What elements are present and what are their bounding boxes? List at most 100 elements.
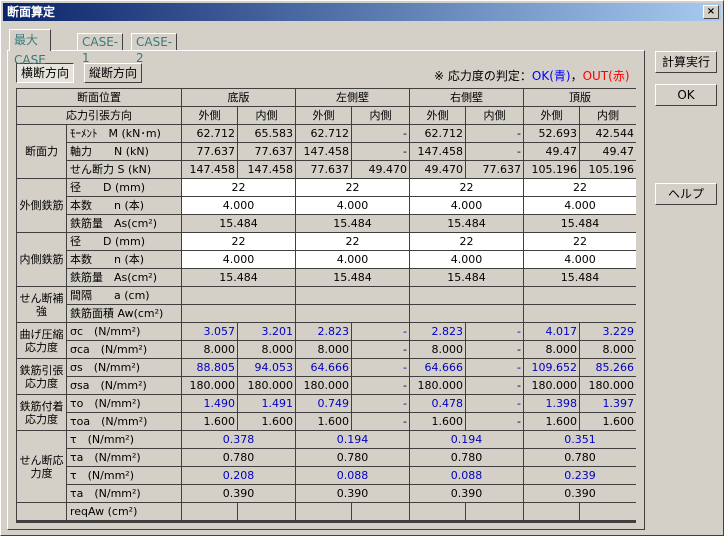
value-cell: -: [466, 323, 523, 340]
value-cell[interactable]: 22: [410, 179, 523, 196]
row-label: 本数 n (本): [67, 197, 181, 214]
value-cell[interactable]: 4.000: [182, 251, 295, 268]
judgement-note: ※ 応力度の判定：OK(青)，OUT(赤): [434, 67, 630, 84]
value-cell: 8.000: [182, 341, 237, 358]
value-cell[interactable]: 22: [410, 233, 523, 250]
dialog-window: 断面算定 × 最大CASE CASE-1 CASE-2 横断方向 縦断方向 ※ …: [0, 0, 724, 536]
empty-cell: [182, 287, 295, 304]
row-label: τa (N/mm²): [67, 485, 181, 502]
row-label: 鉄筋量 As(cm²): [67, 215, 181, 232]
longitudinal-direction-button[interactable]: 縦断方向: [84, 63, 143, 83]
value-cell[interactable]: 22: [296, 233, 409, 250]
value-cell: 49.47: [524, 143, 579, 160]
value-cell: 0.780: [524, 449, 636, 466]
value-cell: 62.712: [410, 125, 465, 142]
header-group: 頂版: [524, 89, 636, 106]
value-cell: 0.780: [296, 449, 409, 466]
value-cell: 0.088: [296, 467, 409, 484]
value-cell: 15.484: [524, 215, 636, 232]
row-label: σc (N/mm²): [67, 323, 181, 340]
value-cell: 77.637: [296, 161, 351, 178]
value-cell: 3.201: [238, 323, 295, 340]
tab-max-case[interactable]: 最大CASE: [9, 29, 51, 67]
value-cell[interactable]: 4.000: [182, 197, 295, 214]
value-cell[interactable]: 4.000: [524, 197, 636, 214]
value-cell: -: [466, 125, 523, 142]
title-bar: 断面算定 ×: [3, 3, 721, 21]
value-cell: 1.600: [580, 413, 636, 430]
value-cell[interactable]: 22: [182, 233, 295, 250]
value-cell: 1.600: [410, 413, 465, 430]
value-cell: 15.484: [524, 269, 636, 286]
value-cell: 8.000: [410, 341, 465, 358]
value-cell[interactable]: 4.000: [524, 251, 636, 268]
note-sep: ，: [570, 69, 583, 83]
calc-button[interactable]: 計算実行: [655, 51, 717, 73]
row-label: 径 D (mm): [67, 179, 181, 196]
empty-cell: [580, 503, 636, 520]
empty-cell: [17, 503, 66, 520]
value-cell: 180.000: [182, 377, 237, 394]
value-cell: 8.000: [238, 341, 295, 358]
value-cell: 77.637: [466, 161, 523, 178]
value-cell: 180.000: [296, 377, 351, 394]
ok-button[interactable]: OK: [655, 84, 717, 106]
value-cell: 1.600: [182, 413, 237, 430]
value-cell: -: [466, 395, 523, 412]
value-cell: 2.823: [410, 323, 465, 340]
value-cell[interactable]: 22: [524, 179, 636, 196]
value-cell: 105.196: [580, 161, 636, 178]
value-cell: 0.478: [410, 395, 465, 412]
value-cell: 180.000: [580, 377, 636, 394]
value-cell: -: [352, 377, 409, 394]
value-cell: 1.491: [238, 395, 295, 412]
value-cell: 105.196: [524, 161, 579, 178]
note-ok: OK(青): [531, 69, 571, 83]
value-cell: 49.470: [352, 161, 409, 178]
empty-cell: [182, 503, 237, 520]
row-label: 鉄筋量 As(cm²): [67, 269, 181, 286]
empty-cell: [410, 287, 523, 304]
tab-case-1[interactable]: CASE-1: [77, 33, 124, 65]
header-outer: 外側: [182, 107, 237, 124]
value-cell: -: [466, 359, 523, 376]
value-cell: 62.712: [182, 125, 237, 142]
value-cell: 0.208: [182, 467, 295, 484]
value-cell: 88.805: [182, 359, 237, 376]
row-label: τo (N/mm²): [67, 395, 181, 412]
value-cell: 3.229: [580, 323, 636, 340]
value-cell: 15.484: [410, 269, 523, 286]
value-cell: 15.484: [410, 215, 523, 232]
value-cell: -: [352, 413, 409, 430]
value-cell: -: [466, 413, 523, 430]
note-prefix: ※ 応力度の判定：: [434, 69, 532, 83]
header-inner: 内側: [352, 107, 409, 124]
value-cell: 0.390: [410, 485, 523, 502]
empty-cell: [410, 503, 465, 520]
value-cell: 180.000: [238, 377, 295, 394]
value-cell[interactable]: 22: [524, 233, 636, 250]
value-cell: 1.600: [524, 413, 579, 430]
value-cell: -: [466, 341, 523, 358]
row-label: σs (N/mm²): [67, 359, 181, 376]
header-inner: 内側: [580, 107, 636, 124]
value-cell[interactable]: 4.000: [410, 197, 523, 214]
help-button[interactable]: ヘルプ: [655, 183, 717, 205]
value-cell: 0.780: [182, 449, 295, 466]
header-position: 断面位置: [17, 89, 181, 106]
value-cell: -: [352, 323, 409, 340]
value-cell: 49.47: [580, 143, 636, 160]
value-cell[interactable]: 22: [296, 179, 409, 196]
value-cell[interactable]: 4.000: [296, 197, 409, 214]
empty-cell: [296, 305, 409, 322]
value-cell[interactable]: 4.000: [410, 251, 523, 268]
tab-case-2[interactable]: CASE-2: [131, 33, 178, 65]
value-cell: 0.390: [296, 485, 409, 502]
value-cell: 0.378: [182, 431, 295, 448]
value-cell[interactable]: 4.000: [296, 251, 409, 268]
value-cell[interactable]: 22: [182, 179, 295, 196]
close-icon[interactable]: ×: [703, 5, 719, 19]
row-label: σsa (N/mm²): [67, 377, 181, 394]
value-cell: 147.458: [296, 143, 351, 160]
empty-cell: [238, 503, 295, 520]
